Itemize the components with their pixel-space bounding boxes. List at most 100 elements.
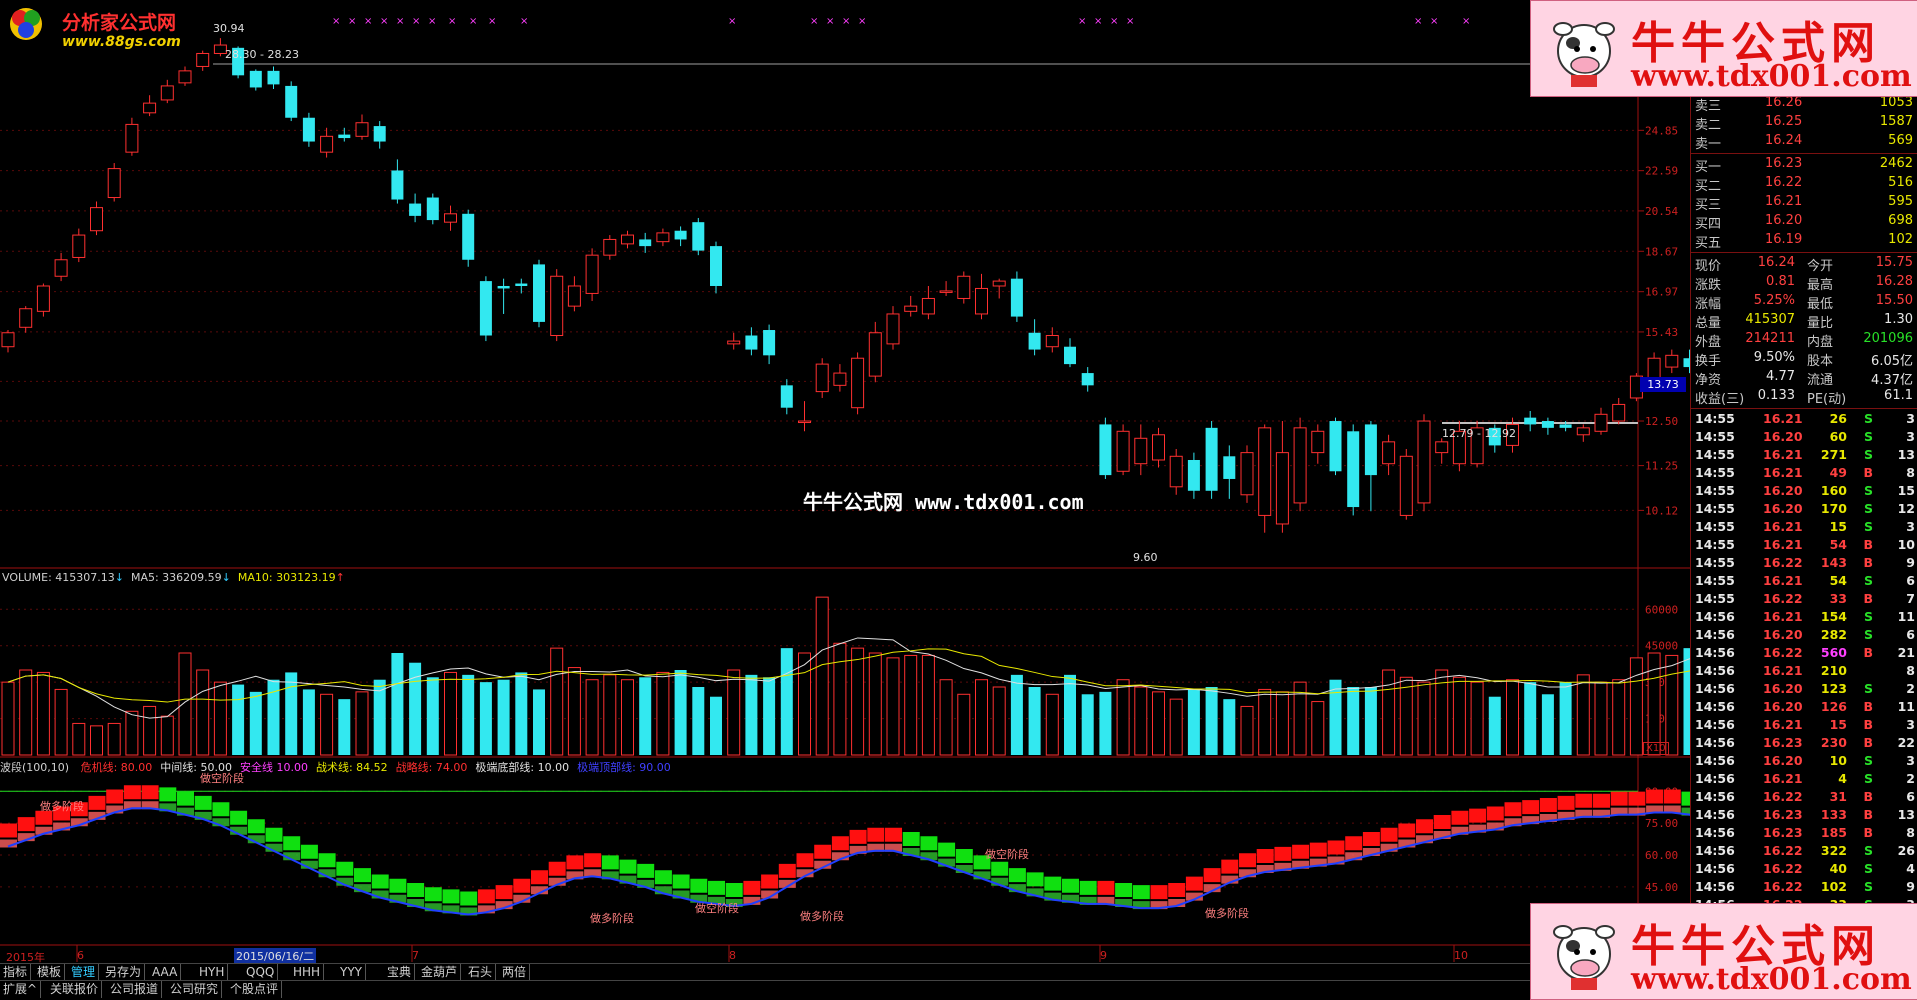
tick-side: B xyxy=(1863,465,1873,480)
tick-volume: 15 xyxy=(1829,717,1847,732)
ad-banner-bottom[interactable]: 牛牛公式网 www.tdx001.com xyxy=(1530,903,1917,1000)
volume-bar xyxy=(462,674,475,755)
toolbar-tab[interactable]: 模板 xyxy=(34,964,66,981)
candle-body xyxy=(745,335,758,350)
band-block xyxy=(1362,832,1380,846)
candle-body xyxy=(1594,413,1608,432)
tick-time: 14:56 xyxy=(1695,807,1735,822)
band-block xyxy=(531,870,548,885)
band-block xyxy=(1168,883,1186,897)
tick-price: 16.22 xyxy=(1763,555,1803,570)
toolbar-tab[interactable]: 金葫芦 xyxy=(418,964,462,981)
candle-body xyxy=(515,283,528,286)
toolbar-tab[interactable]: 关联报价 xyxy=(47,981,103,998)
toolbar-tab[interactable]: QQQ xyxy=(243,964,279,981)
tick-price: 16.20 xyxy=(1763,483,1803,498)
stat-label: 流通 xyxy=(1807,373,1834,388)
tick-volume: 160 xyxy=(1820,483,1847,498)
band-block xyxy=(1646,789,1664,804)
toolbar-tab[interactable]: 两倍 xyxy=(499,964,531,981)
volume-bar xyxy=(798,652,811,756)
volume-bar xyxy=(957,693,971,756)
toolbar-tab[interactable]: AAA xyxy=(149,964,182,981)
volume-bar xyxy=(143,705,157,756)
toolbar-tab[interactable]: 指标 xyxy=(0,964,32,981)
band-block xyxy=(743,880,761,895)
quote-row: 净资 4.77 流通 4.37亿 xyxy=(1695,369,1915,388)
candle-body xyxy=(851,357,865,409)
volume-bar xyxy=(727,669,741,756)
stat-value: 16.24 xyxy=(1757,255,1795,270)
signal-marker: × xyxy=(380,16,388,27)
ad-banner-top[interactable]: 牛牛公式网 www.tdx001.com xyxy=(1530,0,1917,97)
volume-bar xyxy=(992,686,1006,756)
volume-bar xyxy=(567,667,581,756)
volume-bar xyxy=(1594,681,1608,756)
candle-body xyxy=(1205,427,1218,491)
candle-body xyxy=(1417,420,1431,504)
candle-body xyxy=(1187,459,1200,491)
tick-price: 16.21 xyxy=(1763,573,1803,588)
bottom-toolbar-row2: 扩展^ 关联报价 公司报道 公司研究 个股点评 xyxy=(0,980,1530,999)
band-block xyxy=(831,836,849,851)
toolbar-tab[interactable]: 宝典 xyxy=(384,964,416,981)
volume-bar xyxy=(1010,674,1023,755)
level-volume: 102 xyxy=(1888,232,1913,247)
toolbar-tab[interactable]: HHH xyxy=(290,964,325,981)
tick-time: 14:55 xyxy=(1695,411,1735,426)
band-block xyxy=(566,855,584,870)
volume-bar xyxy=(1169,698,1183,756)
level-label: 买五 xyxy=(1695,236,1722,251)
stat-value: 6.05亿 xyxy=(1871,354,1913,369)
logo-flower-icon xyxy=(10,8,42,40)
tick-time: 14:56 xyxy=(1695,681,1735,696)
band-block xyxy=(230,810,248,825)
date-label-10: 10 xyxy=(1454,949,1468,962)
band-block xyxy=(672,874,690,889)
volume-bar xyxy=(1629,657,1643,756)
signal-marker: × xyxy=(412,16,420,27)
toolbar-tab[interactable]: 石头 xyxy=(465,964,497,981)
volume-value: VOLUME: 415307.13 xyxy=(2,571,115,584)
toolbar-tab[interactable]: 公司研究 xyxy=(167,981,223,998)
band-block xyxy=(88,795,106,810)
tick-volume: 126 xyxy=(1820,699,1847,714)
band-block xyxy=(177,791,194,806)
toolbar-tab[interactable]: HYH xyxy=(196,964,229,981)
toolbar-tab[interactable]: 管理 xyxy=(68,964,100,981)
tick-volume: 143 xyxy=(1820,555,1847,570)
cow-mascot-icon xyxy=(1553,925,1615,990)
candle-body xyxy=(320,135,334,153)
tick-count: 15 xyxy=(1897,483,1915,498)
level-price: 16.24 xyxy=(1765,133,1803,148)
toolbar-tab[interactable]: 另存为 xyxy=(102,964,146,981)
toolbar-tab[interactable]: YYY xyxy=(337,964,366,981)
volume-bar xyxy=(763,677,776,755)
tick-side: S xyxy=(1863,771,1873,786)
tick-side: B xyxy=(1863,735,1873,750)
volume-bar xyxy=(54,688,68,756)
volume-bar xyxy=(833,642,847,756)
divider xyxy=(1691,252,1917,253)
price-tick-label: 15.43 xyxy=(1645,326,1678,339)
volume-bar xyxy=(780,648,793,755)
quote-row: 14:55 16.20 160 S 15 xyxy=(1695,483,1917,501)
toolbar-tab[interactable]: 个股点评 xyxy=(227,981,283,998)
tick-price: 16.20 xyxy=(1763,501,1803,516)
toolbar-tab[interactable]: 扩展^ xyxy=(0,981,42,998)
candle-body xyxy=(1099,424,1112,476)
volume-bar xyxy=(550,647,564,756)
band-block xyxy=(1398,823,1416,838)
stat-value: 1.30 xyxy=(1884,312,1913,327)
volume-bar xyxy=(1452,676,1466,756)
toolbar-tab[interactable]: 公司报道 xyxy=(107,981,163,998)
tick-volume: 154 xyxy=(1820,609,1847,624)
tick-price: 16.23 xyxy=(1763,825,1803,840)
quote-row: 14:56 16.20 282 S 6 xyxy=(1695,627,1917,645)
band-block xyxy=(1575,793,1593,808)
quote-row: 14:56 16.20 10 S 3 xyxy=(1695,753,1917,771)
quote-panel: 卖三 16.26 1053 卖二 16.25 1587 卖一 16.24 569 买一 16.23 2… xyxy=(1690,0,1917,998)
band-block xyxy=(1593,793,1610,808)
candle-body xyxy=(267,70,280,85)
candle-body xyxy=(1382,441,1396,465)
